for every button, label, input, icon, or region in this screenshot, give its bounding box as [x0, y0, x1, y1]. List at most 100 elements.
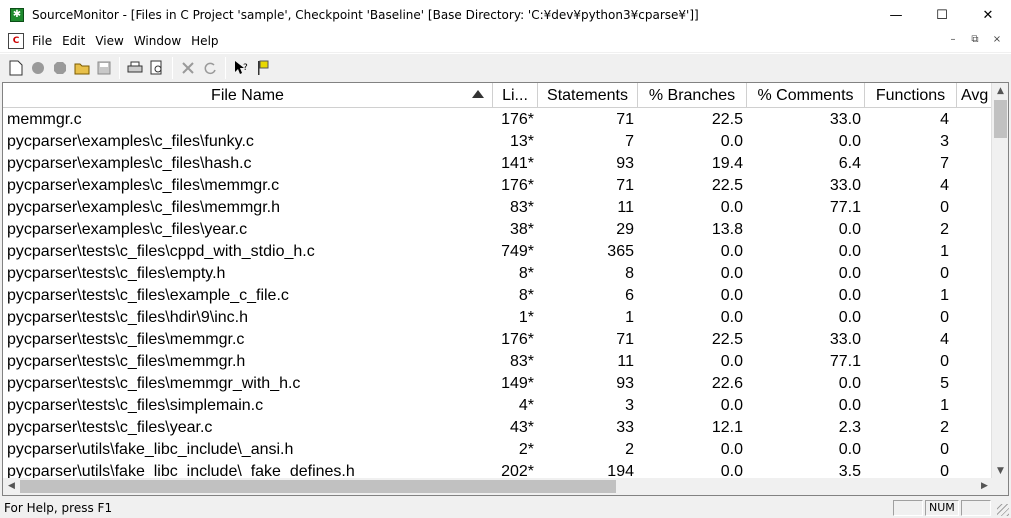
comments-cell: 0.0: [838, 397, 861, 414]
mdi-restore-button[interactable]: ⧉: [967, 33, 983, 47]
document-icon[interactable]: C: [8, 33, 24, 49]
table-row[interactable]: pycparser\examples\c_files\year.c 38* 29 13…: [3, 219, 993, 241]
functions-cell: 1: [940, 243, 949, 260]
branches-cell: 13.8: [711, 221, 743, 238]
resize-grip-icon[interactable]: [997, 504, 1009, 516]
save-icon[interactable]: [93, 56, 115, 79]
branches-cell: 22.5: [711, 111, 743, 128]
functions-cell: 4: [940, 111, 949, 128]
column-header-lines[interactable]: Li...: [493, 83, 538, 108]
open-folder-icon[interactable]: [71, 56, 93, 79]
table-row[interactable]: memmgr.c 176* 71 22.5 33.0 4: [3, 109, 993, 131]
maximize-button[interactable]: ☐: [919, 0, 965, 30]
lines-cell: 749*: [501, 243, 534, 260]
close-button[interactable]: ✕: [965, 0, 1011, 30]
lines-cell: 176*: [501, 331, 534, 348]
print-preview-icon[interactable]: [146, 56, 168, 79]
menu-file[interactable]: File: [32, 34, 52, 48]
branches-cell: 12.1: [711, 419, 743, 436]
file-name-cell: pycparser\tests\c_files\year.c: [7, 419, 213, 436]
statements-cell: 1: [625, 309, 634, 326]
delete-icon[interactable]: [177, 56, 199, 79]
file-name-cell: pycparser\tests\c_files\memmgr.c: [7, 331, 245, 348]
table-row[interactable]: pycparser\tests\c_files\year.c 43* 33 12.1 2…: [3, 417, 993, 439]
column-header-branches[interactable]: % Branches: [638, 83, 747, 108]
menu-window[interactable]: Window: [134, 34, 181, 48]
branches-cell: 0.0: [720, 199, 743, 216]
lines-cell: 13*: [509, 133, 534, 150]
column-header-statements[interactable]: Statements: [538, 83, 638, 108]
lines-cell: 176*: [501, 111, 534, 128]
file-name-cell: pycparser\examples\c_files\hash.c: [7, 155, 252, 172]
refresh-icon[interactable]: [199, 56, 221, 79]
table-row[interactable]: pycparser\tests\c_files\example_c_file.c…: [3, 285, 993, 307]
mdi-controls: – ⧉ ×: [945, 33, 1005, 47]
column-header-functions[interactable]: Functions: [865, 83, 957, 108]
table-row[interactable]: pycparser\examples\c_files\funky.c 13* 7 0.…: [3, 131, 993, 153]
functions-cell: 0: [940, 441, 949, 458]
status-panes: NUM: [893, 500, 991, 516]
table-row[interactable]: pycparser\examples\c_files\memmgr.h 83* 11…: [3, 197, 993, 219]
statements-cell: 93: [616, 375, 634, 392]
table-row[interactable]: pycparser\tests\c_files\memmgr_with_h.c 1…: [3, 373, 993, 395]
menu-edit[interactable]: Edit: [62, 34, 85, 48]
file-name-cell: pycparser\tests\c_files\empty.h: [7, 265, 226, 282]
table-row[interactable]: pycparser\tests\c_files\memmgr.h 83* 11 0.0…: [3, 351, 993, 373]
file-name-cell: memmgr.c: [7, 111, 82, 128]
mdi-close-button[interactable]: ×: [989, 33, 1005, 47]
file-name-cell: pycparser\examples\c_files\funky.c: [7, 133, 254, 150]
minimize-button[interactable]: —: [873, 0, 919, 30]
horizontal-scrollbar[interactable]: ◀ ▶: [3, 478, 993, 495]
comments-cell: 0.0: [838, 221, 861, 238]
table-row[interactable]: pycparser\tests\c_files\empty.h 8* 8 0.0 0.0…: [3, 263, 993, 285]
table-row[interactable]: pycparser\tests\c_files\hdir\9\inc.h 1* 1 0…: [3, 307, 993, 329]
status-bar: For Help, press F1 NUM: [0, 498, 1011, 518]
branches-cell: 0.0: [720, 133, 743, 150]
column-header-comments[interactable]: % Comments: [747, 83, 865, 108]
statements-cell: 3: [625, 397, 634, 414]
print-icon[interactable]: [124, 56, 146, 79]
toolbar-separator: [225, 56, 226, 79]
lines-cell: 38*: [509, 221, 534, 238]
vertical-scrollbar[interactable]: ▲ ▼: [991, 83, 1008, 480]
lines-cell: 2*: [518, 441, 534, 458]
menu-view[interactable]: View: [95, 34, 123, 48]
file-name-cell: pycparser\examples\c_files\memmgr.c: [7, 177, 280, 194]
functions-cell: 7: [940, 155, 949, 172]
status-pane-scroll: [961, 500, 991, 516]
new-file-icon[interactable]: [5, 56, 27, 79]
file-name-cell: pycparser\examples\c_files\year.c: [7, 221, 248, 238]
horizontal-scroll-thumb[interactable]: [20, 480, 616, 493]
mdi-minimize-button[interactable]: –: [945, 33, 961, 47]
scroll-up-icon[interactable]: ▲: [992, 83, 1008, 100]
table-row[interactable]: pycparser\tests\c_files\memmgr.c 176* 71 22…: [3, 329, 993, 351]
file-name-cell: pycparser\tests\c_files\example_c_file.c: [7, 287, 289, 304]
branches-cell: 0.0: [720, 265, 743, 282]
table-row[interactable]: pycparser\tests\c_files\simplemain.c 4* 3 0…: [3, 395, 993, 417]
lines-cell: 8*: [518, 287, 534, 304]
sort-ascending-icon: [472, 90, 484, 98]
record-icon[interactable]: [27, 56, 49, 79]
comments-cell: 0.0: [838, 309, 861, 326]
table-body: memmgr.c 176* 71 22.5 33.0 4 pycparser\example…: [3, 109, 993, 483]
table-row[interactable]: pycparser\examples\c_files\memmgr.c 176* 7…: [3, 175, 993, 197]
functions-cell: 3: [940, 133, 949, 150]
branches-cell: 22.5: [711, 177, 743, 194]
toolbar: ?: [0, 53, 1011, 81]
file-table: File Name Li... Statements % Branches % …: [2, 82, 1009, 496]
functions-cell: 2: [940, 221, 949, 238]
help-cursor-icon[interactable]: ?: [230, 56, 252, 79]
flag-icon[interactable]: [252, 56, 274, 79]
table-header: File Name Li... Statements % Branches % …: [3, 83, 1008, 108]
statements-cell: 8: [625, 265, 634, 282]
stop-icon[interactable]: [49, 56, 71, 79]
scroll-left-icon[interactable]: ◀: [3, 478, 20, 495]
menu-help[interactable]: Help: [191, 34, 218, 48]
functions-cell: 0: [940, 199, 949, 216]
lines-cell: 141*: [501, 155, 534, 172]
vertical-scroll-thumb[interactable]: [994, 100, 1007, 138]
table-row[interactable]: pycparser\tests\c_files\cppd_with_stdio_…: [3, 241, 993, 263]
table-row[interactable]: pycparser\utils\fake_libc_include\_ansi.…: [3, 439, 993, 461]
table-row[interactable]: pycparser\examples\c_files\hash.c 141* 93 1…: [3, 153, 993, 175]
column-header-file-name[interactable]: File Name: [3, 83, 493, 108]
